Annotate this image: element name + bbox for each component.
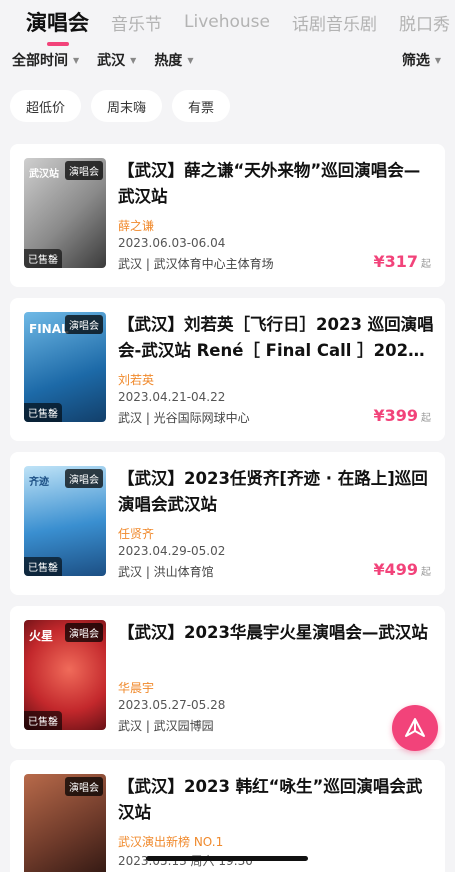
event-artist: 薛之谦 (118, 219, 155, 233)
event-date: 2023.04.29-05.02 (118, 544, 226, 558)
event-title: 【武汉】刘若英［飞行日］2023 巡回演唱会-武汉站 René［ Final C… (118, 315, 434, 360)
event-poster: 武汉站 演唱会 已售罄 (24, 158, 106, 268)
chevron-down-icon: ▼ (434, 55, 441, 65)
quick-filter-chips: 超低价 周末嗨 有票 (0, 90, 455, 122)
event-venue: 武汉 | 武汉园博园 (118, 719, 214, 733)
event-title: 【武汉】2023华晨宇火星演唱会—武汉站 (118, 623, 428, 642)
poster-caption: 齐迹 (29, 477, 49, 488)
event-card[interactable]: FINAL 演唱会 已售罄 【武汉】刘若英［飞行日］2023 巡回演唱会-武汉站… (10, 298, 445, 441)
sold-out-badge: 已售罄 (24, 557, 62, 576)
event-artist: 刘若英 (118, 373, 155, 387)
tab-concert[interactable]: 演唱会 (26, 7, 89, 37)
filter-bar: 全部时间 ▼ 武汉 ▼ 热度 ▼ 筛选 ▼ (0, 44, 455, 76)
chevron-down-icon: ▼ (73, 55, 80, 65)
event-poster: FINAL 演唱会 已售罄 (24, 312, 106, 422)
category-tag: 演唱会 (65, 469, 103, 488)
event-price: ¥499 起 (373, 560, 431, 579)
tab-livehouse[interactable]: Livehouse (184, 12, 270, 32)
time-filter[interactable]: 全部时间 ▼ (12, 50, 79, 70)
event-artist: 任贤齐 (118, 527, 155, 541)
price-value: ¥499 (373, 560, 418, 579)
city-filter-label: 武汉 (97, 53, 126, 69)
poster-caption: 火星 (29, 629, 54, 643)
event-date: 2023.04.21-04.22 (118, 390, 226, 404)
sold-out-badge: 已售罄 (24, 403, 62, 422)
sold-out-badge: 已售罄 (24, 711, 62, 730)
event-venue: 武汉 | 武汉体育中心主体育场 (118, 257, 274, 271)
event-date: 2023.06.03-06.04 (118, 236, 226, 250)
category-tabs: 演唱会 音乐节 Livehouse 话剧音乐剧 脱口秀 (0, 0, 455, 44)
poster-caption: FINAL (29, 322, 69, 336)
tab-talk-show[interactable]: 脱口秀 (399, 10, 450, 35)
screen-filter[interactable]: 筛选 ▼ (402, 50, 441, 70)
poster-caption: 武汉站 (29, 169, 59, 180)
sort-filter[interactable]: 热度 ▼ (154, 50, 193, 70)
chip-weekend[interactable]: 周末嗨 (91, 90, 163, 122)
category-tag: 演唱会 (65, 777, 103, 796)
publish-fab[interactable] (392, 705, 438, 751)
category-tag: 演唱会 (65, 315, 103, 334)
sold-out-badge: 已售罄 (24, 249, 62, 268)
event-poster: 火星 演唱会 已售罄 (24, 620, 106, 730)
event-venue: 武汉 | 洪山体育馆 (118, 565, 214, 579)
event-poster: 齐迹 演唱会 已售罄 (24, 466, 106, 576)
city-filter[interactable]: 武汉 ▼ (97, 50, 136, 70)
tab-drama-musical[interactable]: 话剧音乐剧 (292, 10, 377, 35)
chip-low-price[interactable]: 超低价 (10, 90, 82, 122)
event-artist: 华晨宇 (118, 681, 155, 695)
event-price: ¥317 起 (373, 252, 431, 271)
event-title: 【武汉】2023 韩红“咏生”巡回演唱会武汉站 (118, 777, 423, 822)
event-poster: 演唱会 (24, 774, 106, 872)
event-title: 【武汉】2023任贤齐[齐迹 · 在路上]巡回演唱会武汉站 (118, 469, 428, 514)
event-card[interactable]: 齐迹 演唱会 已售罄 【武汉】2023任贤齐[齐迹 · 在路上]巡回演唱会武汉站… (10, 452, 445, 595)
tab-music-festival[interactable]: 音乐节 (111, 10, 162, 35)
event-rank-badge: 武汉演出新榜 NO.1 (118, 835, 224, 849)
price-value: ¥317 (373, 252, 418, 271)
category-tag: 演唱会 (65, 161, 103, 180)
home-indicator (146, 856, 308, 861)
sort-filter-label: 热度 (154, 53, 183, 69)
price-suffix: 起 (421, 567, 431, 578)
screen-filter-label: 筛选 (401, 53, 430, 69)
event-card[interactable]: 武汉站 演唱会 已售罄 【武汉】薛之谦“天外来物”巡回演唱会—武汉站 薛之谦 2… (10, 144, 445, 287)
event-title: 【武汉】薛之谦“天外来物”巡回演唱会—武汉站 (118, 161, 421, 206)
price-value: ¥399 (373, 406, 418, 425)
event-price: ¥399 起 (373, 406, 431, 425)
event-card[interactable]: 火星 演唱会 已售罄 【武汉】2023华晨宇火星演唱会—武汉站 华晨宇 2023… (10, 606, 445, 749)
chevron-down-icon: ▼ (130, 55, 137, 65)
category-tag: 演唱会 (65, 623, 103, 642)
event-date: 2023.05.27-05.28 (118, 698, 226, 712)
send-icon (405, 718, 425, 737)
price-suffix: 起 (421, 259, 431, 270)
price-suffix: 起 (421, 413, 431, 424)
chevron-down-icon: ▼ (187, 55, 194, 65)
time-filter-label: 全部时间 (12, 53, 68, 69)
chip-available[interactable]: 有票 (172, 90, 231, 122)
event-venue: 武汉 | 光谷国际网球中心 (118, 411, 250, 425)
